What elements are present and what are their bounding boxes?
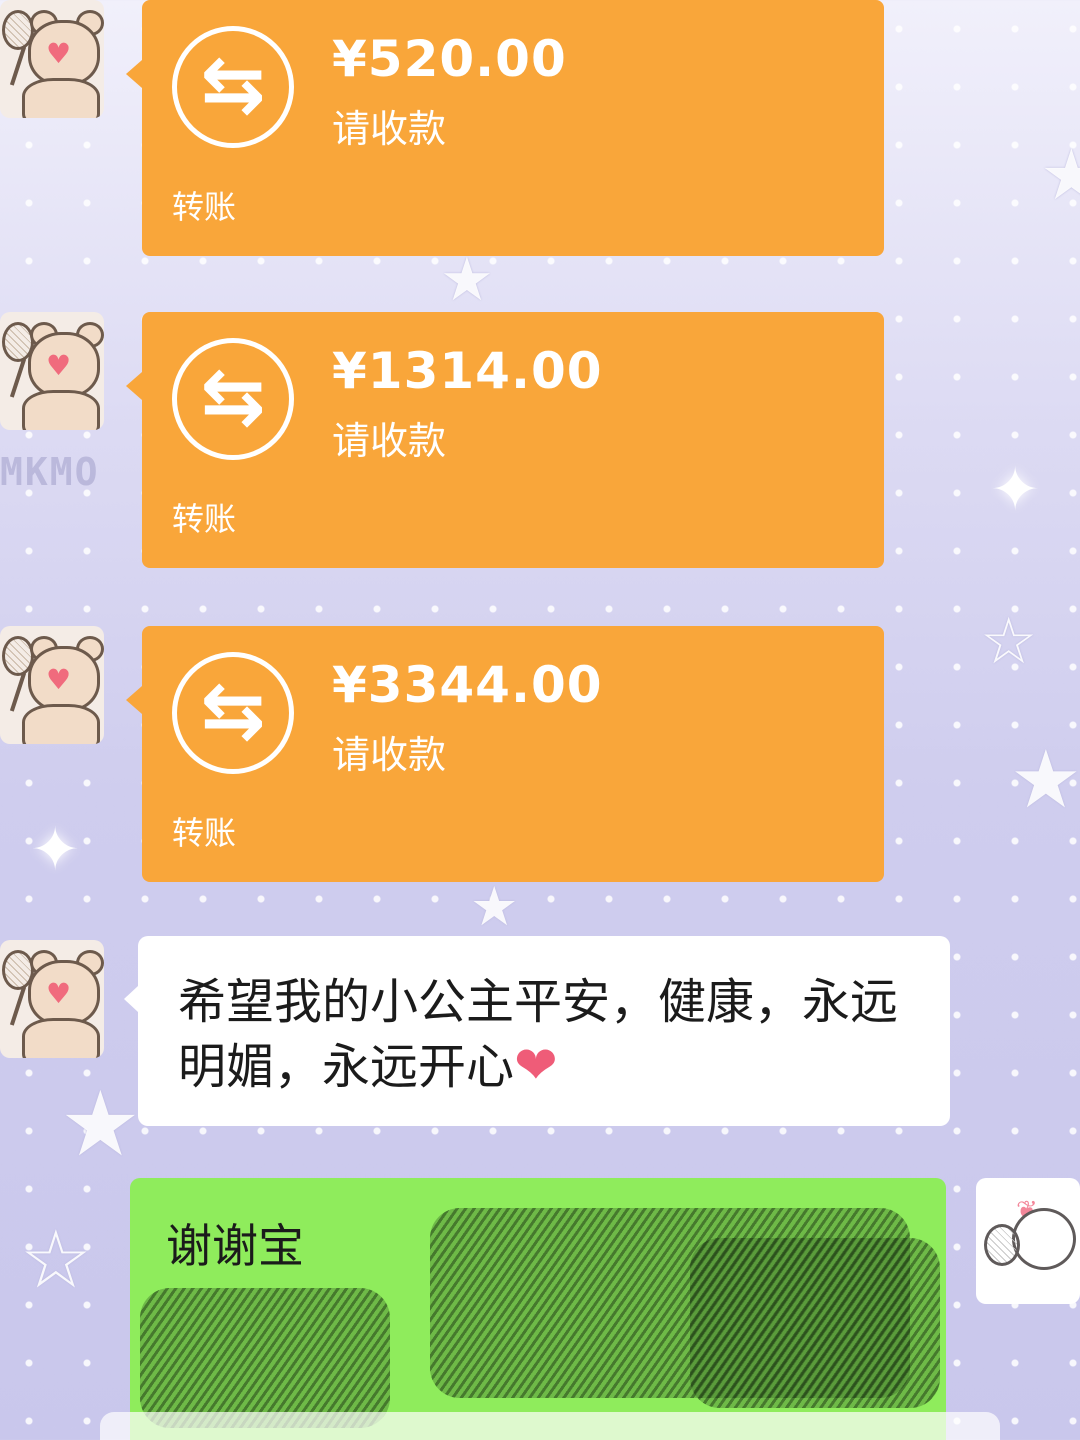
transfer-amount: ¥1314.00 <box>332 342 603 400</box>
bunny-icon <box>1012 1208 1076 1270</box>
sparkle-icon: ✦ <box>990 455 1041 525</box>
heart-emoji-icon: ❤ <box>514 1036 558 1096</box>
incoming-message-bubble[interactable]: 希望我的小公主平安，健康，永远明媚，永远开心❤ <box>124 936 950 1126</box>
outgoing-message-bubble[interactable]: 谢谢宝 <box>130 1178 946 1440</box>
heart-icon: ♥ <box>46 37 72 70</box>
heart-icon: ♥ <box>46 349 72 382</box>
background-star-icon: ★ <box>1040 134 1080 216</box>
sparkle-icon: ✦ <box>30 815 81 885</box>
redaction-scribble <box>140 1288 390 1428</box>
background-star-icon: ☆ <box>980 605 1038 679</box>
background-watermark: MKMO <box>0 450 100 494</box>
receiver-avatar[interactable]: ❦ <box>976 1178 1080 1304</box>
sender-avatar[interactable]: ♥ <box>0 940 104 1058</box>
sender-avatar[interactable]: ♥ <box>0 0 104 118</box>
transfer-bubble[interactable]: ⇆ ¥3344.00 请收款 转账 <box>126 626 884 882</box>
outgoing-message-text: 谢谢宝 <box>166 1219 304 1273</box>
background-star-icon: ★ <box>60 1072 141 1177</box>
redaction-scribble <box>690 1238 940 1408</box>
transfer-status: 请收款 <box>332 419 447 463</box>
sender-avatar[interactable]: ♥ <box>0 626 104 744</box>
heart-icon: ♥ <box>46 977 72 1010</box>
background-star-icon: ☆ <box>20 1213 92 1306</box>
transfer-bubble[interactable]: ⇆ ¥520.00 请收款 转账 <box>126 0 884 256</box>
transfer-status: 请收款 <box>332 107 447 151</box>
transfer-arrows-icon: ⇆ <box>172 338 294 460</box>
transfer-label: 转账 <box>172 188 237 226</box>
transfer-bubble[interactable]: ⇆ ¥1314.00 请收款 转账 <box>126 312 884 568</box>
transfer-label: 转账 <box>172 814 237 852</box>
transfer-amount: ¥520.00 <box>332 30 567 88</box>
transfer-status: 请收款 <box>332 733 447 777</box>
bottom-caption-bar <box>100 1412 1000 1440</box>
background-star-icon: ★ <box>470 875 519 938</box>
heart-icon: ♥ <box>46 663 72 696</box>
transfer-arrows-icon: ⇆ <box>172 26 294 148</box>
background-star-icon: ★ <box>440 245 494 315</box>
transfer-arrows-icon: ⇆ <box>172 652 294 774</box>
sender-avatar[interactable]: ♥ <box>0 312 104 430</box>
transfer-amount: ¥3344.00 <box>332 656 603 714</box>
racket-icon <box>984 1224 1020 1266</box>
transfer-label: 转账 <box>172 500 237 538</box>
background-star-icon: ★ <box>1010 733 1080 826</box>
